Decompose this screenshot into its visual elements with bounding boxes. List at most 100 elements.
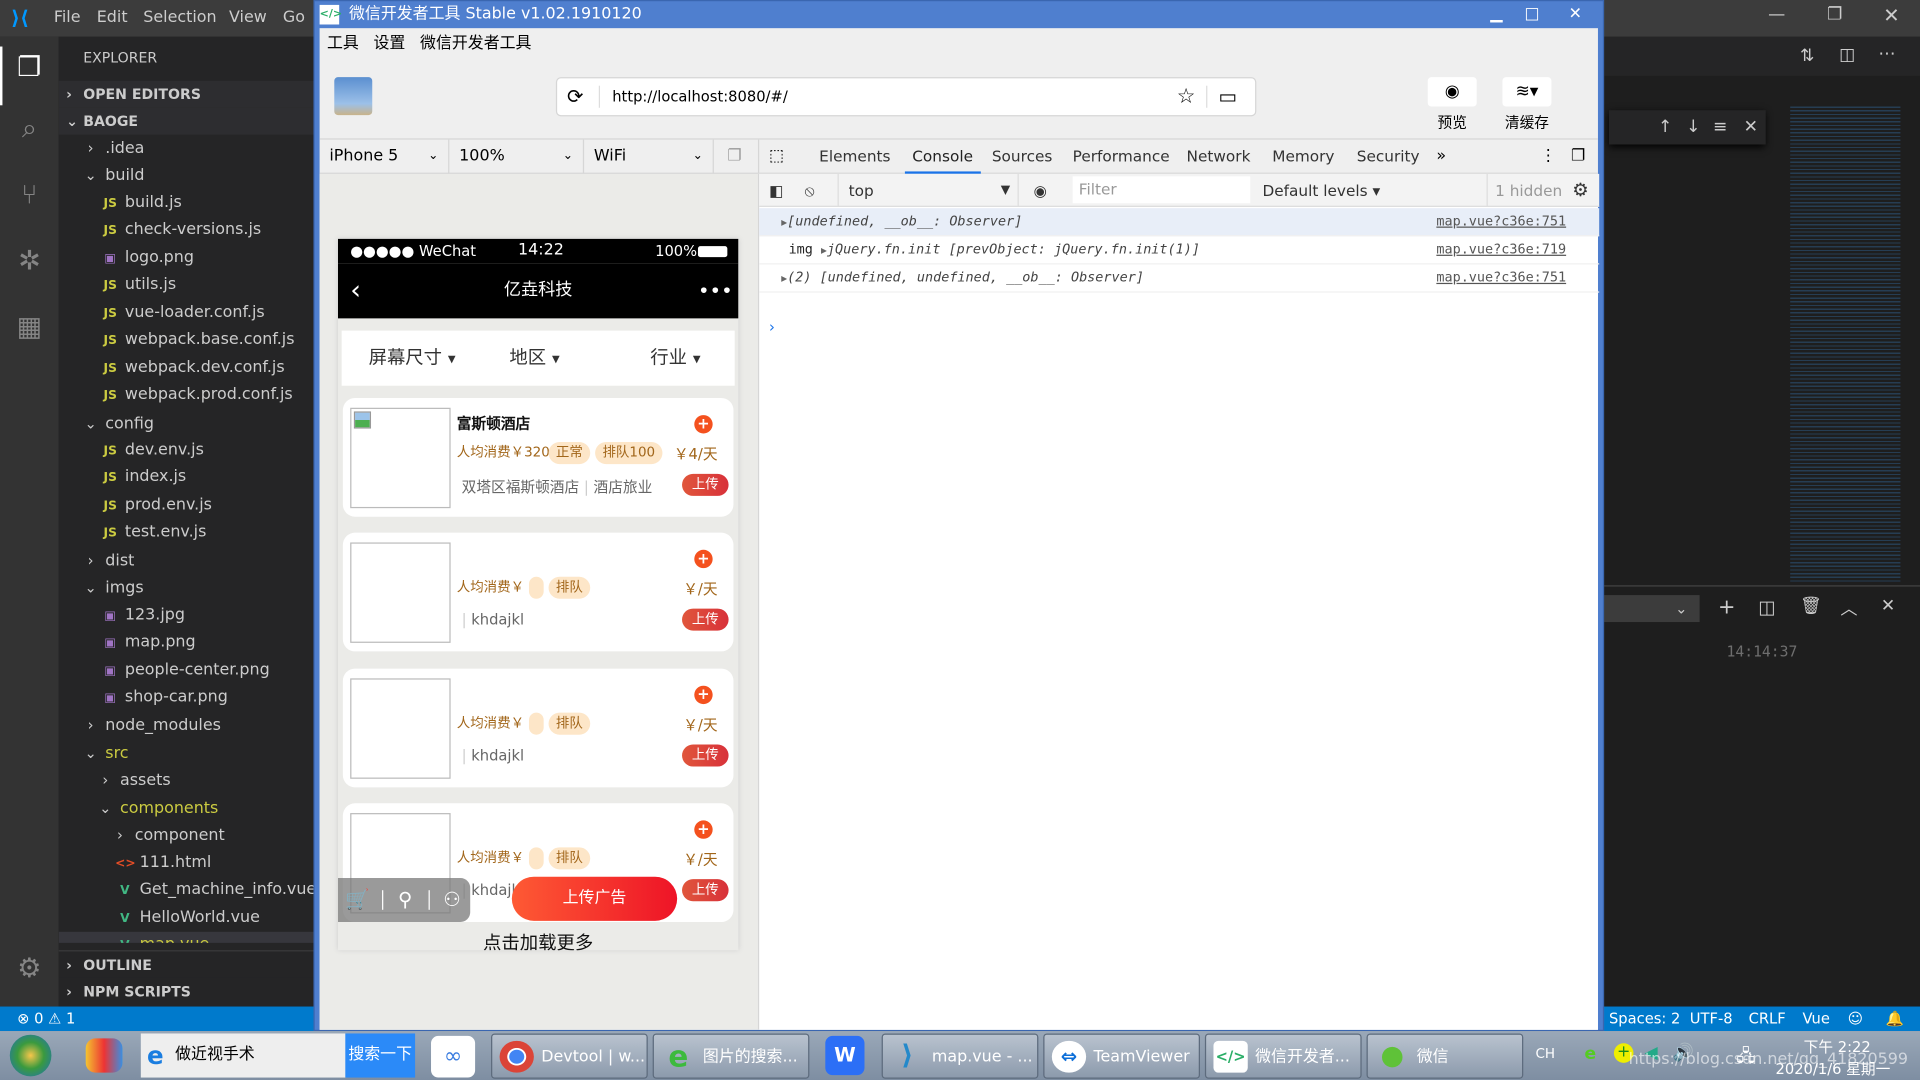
- settings-gear-icon[interactable]: ⚙: [1572, 174, 1588, 207]
- menu-file[interactable]: File: [54, 9, 81, 27]
- refresh-icon[interactable]: ⟳: [567, 78, 583, 115]
- add-icon[interactable]: +: [694, 685, 713, 705]
- tree-item[interactable]: JS build.js: [59, 190, 314, 218]
- explorer-icon[interactable]: ❐: [12, 51, 46, 85]
- eol-status[interactable]: CRLF: [1749, 1007, 1786, 1031]
- cart-icon[interactable]: 🛒: [345, 878, 369, 922]
- minimize-icon[interactable]: ▁: [1490, 1, 1502, 28]
- device-select[interactable]: iPhone 5 ⌄: [320, 139, 450, 174]
- taskbar-vscode[interactable]: ⟩ map.vue - ...: [881, 1033, 1039, 1079]
- tree-item[interactable]: ▣ people-center.png: [59, 657, 314, 685]
- load-more-button[interactable]: 点击加载更多: [338, 929, 738, 950]
- upload-button[interactable]: 上传: [682, 608, 729, 631]
- log-levels-select[interactable]: Default levels ▾: [1262, 174, 1380, 207]
- url-input[interactable]: http://localhost:8080/#/: [612, 78, 788, 115]
- more-actions-icon[interactable]: ⋯: [1878, 44, 1895, 64]
- close-icon[interactable]: ✕: [1883, 4, 1899, 27]
- filter-region[interactable]: 地区 ▾: [509, 331, 559, 386]
- restore-icon[interactable]: ❐: [1827, 5, 1842, 25]
- trash-icon[interactable]: 🗑: [1800, 596, 1822, 616]
- search-icon[interactable]: ⌕: [12, 113, 46, 147]
- next-match-icon[interactable]: ↓: [1686, 110, 1700, 144]
- taskbar-wechat[interactable]: ● 微信: [1366, 1033, 1524, 1079]
- workspace-section[interactable]: ⌄ BAOGE: [58, 107, 314, 135]
- menu-tools[interactable]: 工具: [327, 34, 359, 52]
- clear-console-icon[interactable]: ⦸: [804, 174, 814, 207]
- source-link[interactable]: map.vue?c36e:719: [1436, 236, 1566, 263]
- menu-devtools[interactable]: 微信开发者工具: [420, 34, 531, 52]
- close-icon[interactable]: ✕: [1569, 1, 1582, 28]
- tree-item[interactable]: JS prod.env.js: [59, 492, 314, 520]
- language-status[interactable]: Vue: [1802, 1007, 1829, 1031]
- add-icon[interactable]: +: [694, 415, 713, 434]
- close-find-icon[interactable]: ✕: [1744, 110, 1758, 144]
- zoom-select[interactable]: 100% ⌄: [449, 139, 585, 174]
- inspect-element-icon[interactable]: ⬚: [769, 140, 784, 174]
- tree-item[interactable]: ⌄ build: [59, 162, 314, 190]
- network-select[interactable]: WiFi ⌄: [584, 139, 714, 174]
- start-button[interactable]: [9, 1034, 52, 1077]
- filter-input[interactable]: Filter: [1072, 176, 1251, 204]
- menu-selection[interactable]: Selection: [143, 9, 216, 27]
- tree-item[interactable]: › dist: [59, 547, 314, 575]
- maximize-icon[interactable]: □: [1524, 1, 1539, 28]
- tree-item[interactable]: ⌄ components: [59, 794, 314, 822]
- wps-icon[interactable]: W: [825, 1035, 865, 1076]
- filter-industry[interactable]: 行业 ▾: [650, 331, 700, 386]
- tab-security[interactable]: Security: [1357, 140, 1420, 174]
- avatar[interactable]: [334, 77, 373, 116]
- filter-screen-size[interactable]: 屏幕尺寸 ▾: [369, 331, 456, 386]
- tree-item[interactable]: › .idea: [59, 135, 314, 163]
- tree-item[interactable]: ▣ 123.jpg: [59, 602, 314, 630]
- new-terminal-icon[interactable]: +: [1718, 595, 1735, 619]
- tree-item[interactable]: ⌄ imgs: [59, 575, 314, 603]
- taskbar-wechat-devtools[interactable]: </> 微信开发者...: [1204, 1033, 1362, 1079]
- more-icon[interactable]: •••: [698, 263, 733, 318]
- menu-settings[interactable]: 设置: [373, 34, 405, 52]
- tree-item[interactable]: › node_modules: [59, 712, 314, 740]
- open-editors-section[interactable]: › OPEN EDITORS: [58, 80, 314, 108]
- add-icon[interactable]: +: [694, 549, 713, 569]
- tree-item[interactable]: JS check-versions.js: [59, 217, 314, 245]
- close-panel-icon[interactable]: ✕: [1881, 596, 1895, 616]
- upload-button[interactable]: 上传: [682, 473, 729, 496]
- menu-go[interactable]: Go: [283, 9, 305, 27]
- ad-card[interactable]: 人均消费￥ 排队 | khdajkl + ￥/天上传: [342, 668, 734, 788]
- tree-item[interactable]: ▣ logo.png: [59, 245, 314, 273]
- upload-button[interactable]: 上传: [682, 744, 729, 767]
- tree-item[interactable]: JS webpack.prod.conf.js: [59, 382, 314, 410]
- problems-indicator[interactable]: ⊗ 0 ⚠ 1: [17, 1007, 75, 1031]
- ad-card[interactable]: 富斯顿酒店 人均消费￥320 正常 排队100 双塔区福斯顿酒店 | 酒店旅业 + ￥4/天…: [342, 397, 734, 517]
- menu-view[interactable]: View: [229, 9, 267, 27]
- tree-item[interactable]: Vmap.vue: [58, 931, 314, 943]
- tab-elements[interactable]: Elements: [819, 140, 890, 174]
- tree-item[interactable]: ⌄ config: [59, 410, 314, 438]
- console-message[interactable]: img ▶jQuery.fn.init [prevObject: jQuery.…: [759, 236, 1600, 265]
- find-in-selection-icon[interactable]: ≡: [1713, 110, 1727, 144]
- upload-ad-button[interactable]: 上传广告: [511, 876, 678, 921]
- tree-item[interactable]: ▣ shop-car.png: [59, 684, 314, 712]
- tree-item[interactable]: › assets: [59, 767, 314, 795]
- source-link[interactable]: map.vue?c36e:751: [1436, 264, 1566, 291]
- tree-item[interactable]: ▣ map.png: [59, 630, 314, 658]
- tree-item[interactable]: › component: [59, 822, 314, 850]
- tree-item[interactable]: JS utils.js: [59, 272, 314, 300]
- location-icon[interactable]: ⚲: [398, 878, 412, 922]
- taskbar-chrome[interactable]: Devtool | w...: [491, 1033, 648, 1079]
- minimap[interactable]: [1790, 104, 1901, 582]
- ad-card[interactable]: 人均消费￥ 排队 | khdajkl + ￥/天上传: [342, 532, 734, 652]
- encoding-status[interactable]: UTF-8: [1690, 1007, 1733, 1031]
- gear-icon[interactable]: ⚙: [12, 953, 46, 987]
- debug-icon[interactable]: ✲: [12, 245, 46, 279]
- tree-item[interactable]: JS webpack.base.conf.js: [59, 327, 314, 355]
- indentation-status[interactable]: Spaces: 2: [1609, 1007, 1680, 1031]
- taskbar-ie-search[interactable]: e 图片的搜索...: [652, 1033, 810, 1079]
- ime-indicator[interactable]: CH: [1536, 1046, 1556, 1062]
- clear-cache-button[interactable]: ≋▾: [1502, 77, 1552, 107]
- tree-item[interactable]: V Get_machine_info.vue: [59, 877, 313, 905]
- console-message[interactable]: ▶(2) [undefined, undefined, __ob__: Obse…: [759, 264, 1600, 293]
- search-button[interactable]: 搜索一下: [345, 1033, 416, 1078]
- previous-match-icon[interactable]: ↑: [1658, 110, 1672, 144]
- minimize-icon[interactable]: —: [1768, 5, 1785, 25]
- folder-icon[interactable]: ▭: [1218, 78, 1237, 115]
